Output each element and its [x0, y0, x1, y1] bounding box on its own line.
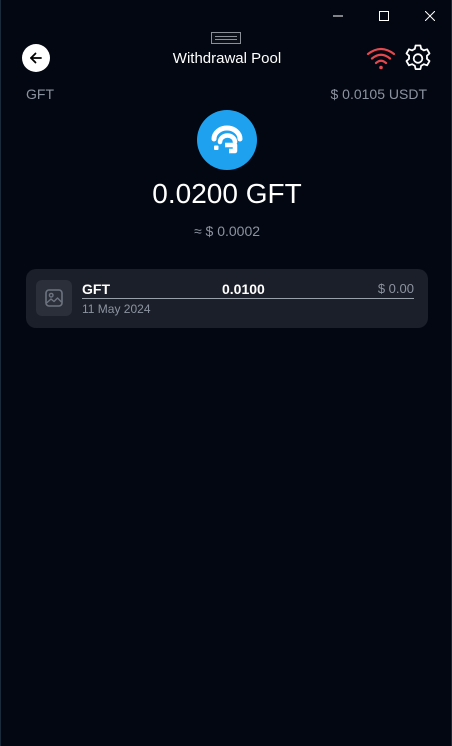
transaction-divider [82, 298, 414, 299]
token-balance-usd: ≈ $ 0.0002 [193, 223, 261, 239]
wifi-icon[interactable] [366, 45, 396, 71]
transaction-thumbnail [36, 280, 72, 316]
token-logo-icon [211, 125, 243, 154]
maximize-button[interactable] [361, 0, 407, 32]
close-icon [425, 11, 435, 21]
gear-icon[interactable] [402, 42, 434, 74]
minimize-button[interactable] [315, 0, 361, 32]
transaction-amount: 0.0100 [222, 281, 265, 297]
image-placeholder-icon [45, 289, 63, 307]
token-price: $ 0.0105 USDT [330, 86, 428, 102]
token-symbol: GFT [26, 86, 54, 102]
transaction-usd-value: $ 0.00 [377, 281, 414, 296]
transaction-date: 11 May 2024 [82, 302, 151, 316]
drag-handle[interactable] [211, 32, 241, 44]
close-button[interactable] [407, 0, 452, 32]
minimize-icon [333, 15, 343, 17]
app-window: Withdrawal Pool GFT $ 0.0105 USDT 0.0200… [0, 0, 452, 746]
maximize-icon [379, 11, 389, 21]
token-balance: 0.0200 GFT [152, 178, 302, 209]
transaction-token-name: GFT [82, 281, 110, 297]
title-bar[interactable] [1, 0, 452, 32]
transaction-item[interactable]: GFT 0.0100 $ 0.00 11 May 2024 [26, 269, 428, 328]
token-logo [197, 110, 257, 170]
